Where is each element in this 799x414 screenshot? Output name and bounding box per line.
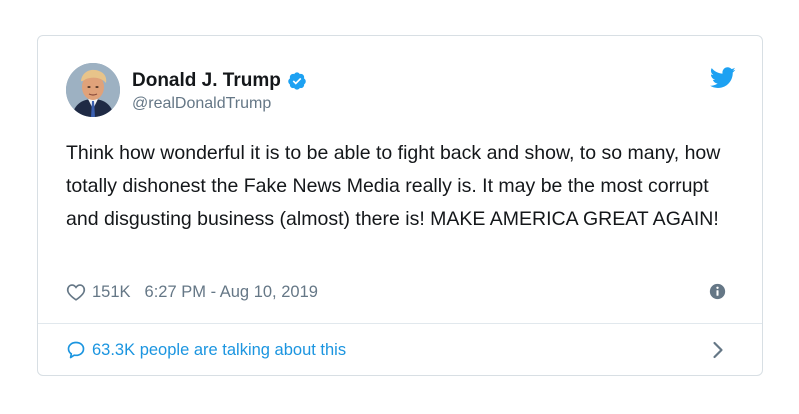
- heart-icon[interactable]: [66, 283, 86, 301]
- conversation-text: 63.3K people are talking about this: [92, 340, 347, 359]
- author-block: Donald J. Trump @realDonaldTrump: [132, 69, 307, 113]
- tweet-header: Donald J. Trump @realDonaldTrump: [66, 63, 736, 119]
- name-row: Donald J. Trump: [132, 69, 307, 93]
- verified-badge-icon: [287, 71, 307, 91]
- tweet-embed-card: Donald J. Trump @realDonaldTrump Think h…: [37, 35, 763, 376]
- avatar-image: [66, 63, 120, 117]
- chevron-right-icon[interactable]: [712, 341, 724, 359]
- twitter-bird-icon[interactable]: [709, 67, 736, 89]
- info-icon[interactable]: [709, 283, 726, 300]
- tweet-meta-row: 151K 6:27 PM - Aug 10, 2019: [66, 279, 736, 305]
- tweet-timestamp[interactable]: 6:27 PM - Aug 10, 2019: [145, 283, 318, 302]
- author-display-name[interactable]: Donald J. Trump: [132, 70, 281, 92]
- speech-bubble-icon: [66, 340, 86, 360]
- author-handle[interactable]: @realDonaldTrump: [132, 95, 307, 113]
- avatar[interactable]: [66, 63, 120, 117]
- like-count[interactable]: 151K: [92, 283, 131, 302]
- conversation-link[interactable]: 63.3K people are talking about this: [66, 336, 736, 364]
- tweet-text: Think how wonderful it is to be able to …: [66, 142, 721, 230]
- card-divider: [38, 323, 762, 324]
